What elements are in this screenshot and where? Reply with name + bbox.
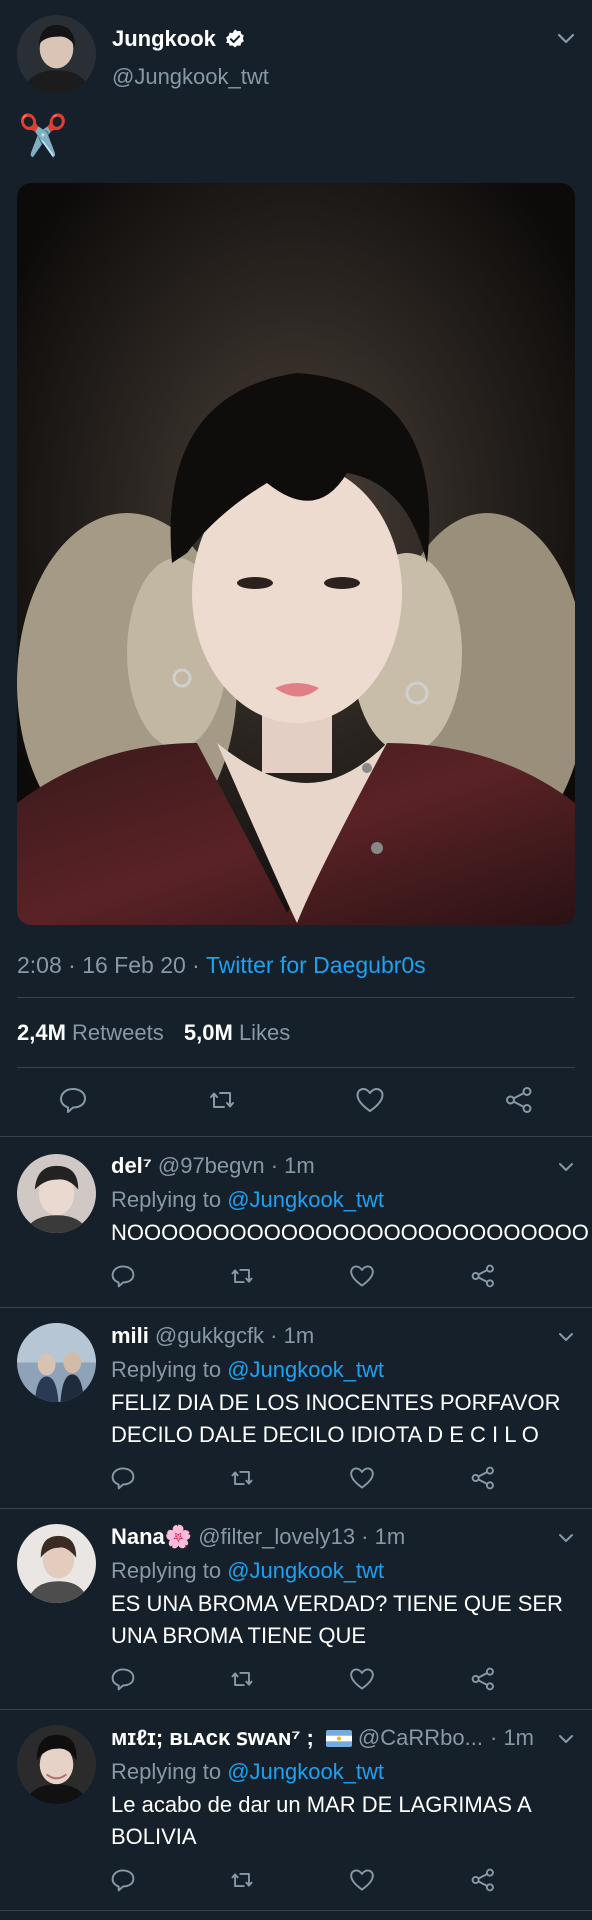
tweet-photo[interactable] [17,183,575,925]
reply-icon[interactable] [110,1867,136,1893]
share-icon[interactable] [470,1666,496,1692]
reply-time: · 1m [490,1725,534,1750]
reply-avatar[interactable] [17,1725,96,1804]
reply-avatar[interactable] [17,1524,96,1603]
replying-to: Replying to @Jungkook_twt [111,1558,384,1584]
divider [0,1910,592,1911]
likes-count: 5,0M [183,1020,233,1045]
main-tweet: Jungkook @Jungkook_twt ✂️ 2:08 · 16 Feb … [0,0,592,1136]
reply-avatar[interactable] [17,1154,96,1233]
reply-icon[interactable] [110,1465,136,1491]
verified-icon [224,28,246,50]
author-name[interactable]: Jungkook [112,26,216,52]
reply-header: mili @gukkgcfk · 1m [111,1323,314,1349]
like-icon[interactable] [349,1666,375,1692]
reply-icon[interactable] [58,1085,88,1115]
reply-tweet[interactable]: mili @gukkgcfk · 1m Replying to @Jungkoo… [0,1308,592,1508]
author-name-row: Jungkook [112,26,246,52]
mention-link[interactable]: @Jungkook_twt [227,1357,384,1382]
replying-to: Replying to @Jungkook_twt [111,1187,384,1213]
mention-link[interactable]: @Jungkook_twt [227,1187,384,1212]
author-handle[interactable]: @Jungkook_twt [112,64,269,90]
tweet-stats: 2,4M Retweets 5,0M Likes [17,1020,290,1046]
like-icon[interactable] [349,1465,375,1491]
reply-name[interactable]: del⁷ [111,1153,152,1179]
like-icon[interactable] [349,1867,375,1893]
share-icon[interactable] [470,1465,496,1491]
tweet-time: 2:08 · 16 Feb 20 · [17,952,206,978]
author-avatar[interactable] [17,15,96,94]
reply-icon[interactable] [110,1666,136,1692]
chevron-down-icon[interactable] [557,33,575,45]
tweet-source-link[interactable]: Twitter for Daegubr0s [206,952,426,978]
chevron-down-icon[interactable] [557,1331,575,1343]
reply-header: ᴍɪℓɪ; ʙʟᴀᴄᴋ ꜱᴡᴀɴ⁷ ; @CaRRbo... [111,1725,483,1751]
likes-stat[interactable]: 5,0M Likes [184,1020,290,1045]
reply-text: Le acabo de dar un MAR DE LAGRIMAS A BOL… [111,1792,531,1849]
reply-icon[interactable] [110,1263,136,1289]
replying-prefix: Replying to [111,1357,228,1382]
retweet-icon[interactable] [229,1867,255,1893]
tweet-text: ✂️ [18,114,68,158]
retweet-icon[interactable] [229,1263,255,1289]
reply-header: del⁷ @97begvn · 1m [111,1153,315,1179]
reply-meta: @gukkgcfk · 1m [154,1323,315,1348]
mention-link[interactable]: @Jungkook_twt [227,1558,384,1583]
reply-name[interactable]: ᴍɪℓɪ; ʙʟᴀᴄᴋ ꜱᴡᴀɴ⁷ ; [111,1725,314,1751]
replying-to: Replying to @Jungkook_twt [111,1759,384,1785]
mention-link[interactable]: @Jungkook_twt [227,1759,384,1784]
reply-text: FELIZ DIA DE LOS INOCENTES PORFAVOR DECI… [111,1390,561,1447]
share-icon[interactable] [504,1085,534,1115]
divider [17,1067,575,1068]
reply-text: NOOOOOOOOOOOOOOOOOOOOOOOOOOO [111,1220,589,1245]
chevron-down-icon[interactable] [557,1733,575,1745]
reply-tweet[interactable]: ᴍɪℓɪ; ʙʟᴀᴄᴋ ꜱᴡᴀɴ⁷ ; @CaRRbo... · 1m Repl… [0,1710,592,1910]
retweet-icon[interactable] [229,1465,255,1491]
chevron-down-icon[interactable] [557,1161,575,1173]
retweet-icon[interactable] [229,1666,255,1692]
reply-meta: @filter_lovely13 · 1m [198,1524,406,1549]
reply-meta: @CaRRbo... [357,1725,483,1750]
reply-text: ES UNA BROMA VERDAD? TIENE QUE SER UNA B… [111,1591,563,1648]
reply-name[interactable]: Nana🌸 [111,1524,192,1550]
likes-label: Likes [238,1020,291,1045]
argentina-flag-icon [325,1729,352,1747]
replying-prefix: Replying to [111,1187,228,1212]
replying-to: Replying to @Jungkook_twt [111,1357,384,1383]
reply-tweet[interactable]: Nana🌸 @filter_lovely13 · 1m Replying to … [0,1509,592,1709]
reply-header: Nana🌸 @filter_lovely13 · 1m [111,1524,405,1550]
share-icon[interactable] [470,1263,496,1289]
divider [17,997,575,998]
like-icon[interactable] [349,1263,375,1289]
retweet-icon[interactable] [207,1085,237,1115]
retweets-stat[interactable]: 2,4M Retweets [17,1020,164,1045]
share-icon[interactable] [470,1867,496,1893]
replying-prefix: Replying to [111,1558,228,1583]
like-icon[interactable] [355,1085,385,1115]
reply-tweet[interactable]: del⁷ @97begvn · 1m Replying to @Jungkook… [0,1137,592,1307]
chevron-down-icon[interactable] [557,1532,575,1544]
retweets-label: Retweets [72,1020,164,1045]
reply-meta: @97begvn · 1m [157,1153,315,1178]
replying-prefix: Replying to [111,1759,228,1784]
retweets-count: 2,4M [17,1020,66,1045]
reply-name[interactable]: mili [111,1323,149,1349]
tweet-timestamp: 2:08 · 16 Feb 20 · Twitter for Daegubr0s [17,952,426,979]
reply-avatar[interactable] [17,1323,96,1402]
